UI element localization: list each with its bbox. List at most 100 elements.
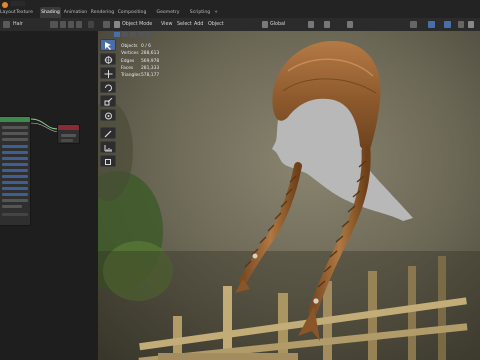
stat-value: 569,978 [141, 58, 160, 64]
stat-vertices: Vertices 288,613 [121, 50, 181, 57]
node-field[interactable] [2, 205, 22, 208]
3d-viewport[interactable] [98, 31, 480, 360]
tool-shelf [100, 39, 116, 167]
node-editor-canvas[interactable] [0, 31, 98, 360]
select-mode-extend-icon[interactable] [122, 32, 128, 37]
move-icon [104, 70, 113, 78]
node-field[interactable] [2, 213, 28, 216]
scale-icon [104, 98, 113, 106]
node-field[interactable] [2, 145, 28, 148]
select-mode-new-icon[interactable] [114, 32, 120, 37]
tab-label: + [214, 10, 218, 15]
object-mode-dropdown[interactable]: Object Mode [122, 18, 152, 31]
editor-type-icon[interactable] [103, 21, 110, 28]
tab-label: Animation [63, 10, 88, 15]
select-mode-subtract-icon[interactable] [130, 32, 136, 37]
node-field[interactable] [2, 138, 28, 141]
stat-value: 578,177 [141, 73, 160, 79]
stat-key: Faces [121, 65, 134, 71]
object-name[interactable]: Hair [13, 18, 23, 31]
tab-texture-paint[interactable]: Texture Paint [10, 7, 39, 26]
viewport-header: Object Mode View Select Add Object Globa… [98, 18, 480, 32]
tab-shading[interactable]: Shading [40, 7, 61, 18]
copy-icon[interactable] [68, 21, 74, 28]
tab-scripting[interactable]: Scripting [188, 7, 212, 18]
menu-select[interactable]: Select [177, 18, 192, 31]
node-field[interactable] [2, 199, 28, 202]
menu-view[interactable]: View [161, 18, 172, 31]
new-material-icon[interactable] [60, 21, 66, 28]
move-tool[interactable] [100, 67, 116, 79]
tab-label: Scripting [189, 10, 211, 15]
node-field[interactable] [2, 181, 28, 184]
stat-key: Edges [121, 58, 135, 64]
object-icon[interactable] [3, 21, 10, 28]
select-mode-intersect-icon[interactable] [146, 32, 152, 37]
pin-icon[interactable] [88, 21, 94, 28]
menu-file[interactable] [11, 1, 25, 6]
tab-compositing[interactable]: Compositing [117, 7, 147, 18]
node-field[interactable] [2, 163, 28, 166]
stat-triangles: Triangles578,177 [121, 72, 181, 79]
rotate-icon [105, 84, 112, 92]
stat-value: 288,613 [141, 51, 160, 57]
node-field[interactable] [2, 151, 28, 154]
node-field[interactable] [2, 193, 28, 196]
pivot-icon[interactable] [308, 21, 314, 28]
stat-value: 0 / 6 [141, 44, 151, 49]
cursor-tool[interactable] [100, 53, 116, 65]
add-cube-tool[interactable] [100, 155, 116, 167]
menu-object[interactable]: Object [208, 18, 224, 31]
slot-dropdown-icon[interactable] [50, 21, 58, 28]
node-field[interactable] [2, 132, 28, 135]
tab-rendering[interactable]: Rendering [90, 7, 115, 18]
select-box-tool[interactable] [100, 39, 116, 51]
scale-tool[interactable] [100, 95, 116, 107]
select-mode-invert-icon[interactable] [138, 32, 144, 37]
node-editor-header: Hair [0, 18, 98, 32]
node-field[interactable] [2, 187, 28, 190]
hair-bsdf-node[interactable] [0, 116, 31, 226]
measure-icon [104, 145, 112, 152]
shading-solid-icon[interactable] [468, 21, 474, 28]
add-workspace-button[interactable]: + [212, 7, 220, 18]
cursor-icon [104, 56, 113, 64]
tab-geometry-nodes[interactable]: Geometry Nodes [149, 7, 187, 26]
scene-statistics: Objects 0 / 6 Vertices 288,613 Edges 569,97… [121, 43, 181, 79]
transform-orientation-dropdown[interactable]: Global [270, 18, 285, 31]
node-field[interactable] [2, 175, 28, 178]
tab-layout[interactable]: Layout [0, 7, 16, 18]
tab-animation[interactable]: Animation [63, 7, 88, 18]
rotate-tool[interactable] [100, 81, 116, 93]
material-output-node[interactable] [57, 124, 80, 144]
node-field[interactable] [2, 157, 28, 160]
stat-key: Vertices [121, 51, 139, 57]
stat-key: Objects [121, 44, 138, 49]
object-mode-icon[interactable] [114, 21, 120, 28]
annotate-tool[interactable] [100, 127, 116, 139]
node-field[interactable] [2, 169, 28, 172]
select-arrow-icon [105, 42, 111, 50]
visibility-icon[interactable] [410, 21, 417, 28]
node-header [0, 117, 30, 122]
workspace-tab-bar: Layout Texture Paint Shading Animation R… [0, 0, 480, 26]
delete-icon[interactable] [76, 21, 82, 28]
node-field[interactable] [61, 139, 73, 142]
snap-icon[interactable] [324, 21, 330, 28]
gizmo-toggle-icon[interactable] [428, 21, 435, 28]
xray-icon[interactable] [458, 21, 464, 28]
tab-label: Compositing [117, 10, 147, 15]
overlay-toggle-icon[interactable] [444, 21, 451, 28]
proportional-edit-icon[interactable] [347, 21, 353, 28]
stat-objects: Objects 0 / 6 [121, 43, 181, 50]
measure-tool[interactable] [100, 141, 116, 153]
transform-icon [105, 112, 112, 120]
node-field[interactable] [2, 126, 28, 129]
stat-key: Triangles [121, 73, 141, 79]
transform-tool[interactable] [100, 109, 116, 121]
stat-edges: Edges 569,978 [121, 58, 181, 65]
node-field[interactable] [61, 134, 76, 137]
stat-value: 281,333 [141, 65, 160, 71]
orientation-icon[interactable] [262, 21, 268, 28]
menu-add[interactable]: Add [194, 18, 203, 31]
